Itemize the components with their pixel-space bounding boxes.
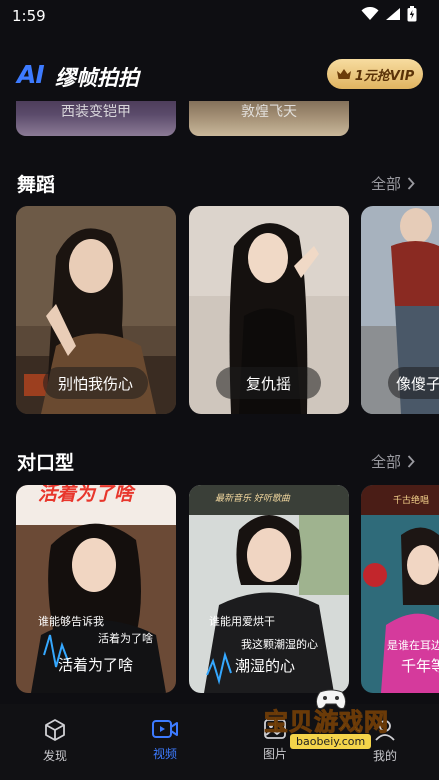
partial-card[interactable]: 西装变铠甲 [16, 101, 176, 136]
card-subtitle: 谁能用爱烘干 [209, 615, 275, 628]
chevron-right-icon [407, 177, 415, 190]
card-overlay-top: 活着为了啥 [38, 485, 134, 505]
partial-card[interactable]: 敦煌飞天 [189, 101, 349, 136]
card-title: 别怕我伤心 [57, 374, 133, 393]
section-title: 对口型 [17, 452, 75, 474]
status-bar: 1:59 [0, 0, 439, 32]
lipsync-card-row: 活着为了啥 谁能够告诉我 活着为了啥 活着为了啥 最新音乐 好听歌曲 谁能用爱烘… [0, 485, 439, 693]
card-title: 敦煌飞天 [241, 104, 297, 120]
cube-icon [45, 719, 65, 741]
wifi-icon [361, 7, 379, 20]
video-card[interactable]: 别怕我伤心 [16, 206, 176, 414]
card-title: 活着为了啥 [58, 656, 134, 674]
see-all-label: 全部 [370, 453, 401, 471]
app-header: AI 缪帧拍拍 1元抢VIP [0, 50, 439, 98]
watermark-url: baobeiy.com [290, 734, 372, 749]
card-subtitle: 谁能够告诉我 [38, 615, 104, 628]
section-header-lipsync: 对口型 全部 [0, 446, 439, 476]
status-time: 1:59 [12, 7, 46, 25]
battery-icon [407, 6, 417, 22]
vip-label: 1元抢VIP [354, 68, 415, 84]
card-title: 像傻子 [396, 374, 439, 393]
video-card[interactable]: 活着为了啥 谁能够告诉我 活着为了啥 活着为了啥 [16, 485, 176, 693]
video-card[interactable]: 像傻子 [361, 206, 439, 414]
chevron-right-icon [407, 455, 415, 468]
card-overlay-top: 千古绝唱 [393, 496, 430, 506]
card-title: 潮湿的心 [235, 657, 296, 675]
video-card[interactable]: 最新音乐 好听歌曲 谁能用爱烘干 我这颗潮湿的心 潮湿的心 [189, 485, 349, 693]
watermark: 宝贝游戏网 baobeiy.com [262, 688, 412, 754]
nav-label: 视频 [152, 747, 177, 761]
status-icons [361, 6, 417, 22]
video-card[interactable]: 千古绝唱 是谁在耳边 千年等 [361, 485, 439, 693]
see-all-button[interactable]: 全部 [371, 173, 415, 194]
nav-label: 发现 [42, 749, 67, 763]
nav-item-video[interactable]: 视频 [125, 718, 205, 762]
card-title: 千年等 [401, 657, 439, 675]
section-title: 舞蹈 [17, 174, 56, 196]
section-header-dance: 舞蹈 全部 [0, 168, 439, 198]
video-card[interactable]: 复仇摇 [189, 206, 349, 414]
vip-button[interactable]: 1元抢VIP [327, 59, 423, 89]
logo-mark: AI [17, 60, 45, 89]
see-all-label: 全部 [370, 175, 401, 193]
partial-card-row: 西装变铠甲 敦煌飞天 [0, 101, 439, 136]
signal-icon [386, 8, 400, 20]
card-subtitle: 活着为了啥 [98, 632, 153, 645]
card-subtitle: 是谁在耳边 [387, 639, 439, 652]
crown-icon [336, 69, 351, 79]
nav-item-discover[interactable]: 发现 [15, 718, 95, 764]
watermark-title: 宝贝游戏网 [264, 708, 389, 737]
card-title-pill: 像傻子 [388, 367, 439, 399]
card-overlay-top: 最新音乐 好听歌曲 [215, 494, 290, 504]
card-subtitle: 我这颗潮湿的心 [241, 638, 318, 651]
card-title-pill: 复仇摇 [216, 367, 321, 399]
card-title-pill: 别怕我伤心 [43, 367, 148, 399]
card-title: 西装变铠甲 [61, 104, 131, 120]
video-icon [152, 720, 178, 738]
see-all-button[interactable]: 全部 [371, 451, 415, 472]
dance-card-row: 别怕我伤心 复仇摇 像傻子 [0, 206, 439, 414]
app-name: 缪帧拍拍 [55, 66, 139, 90]
card-title: 复仇摇 [245, 374, 291, 393]
